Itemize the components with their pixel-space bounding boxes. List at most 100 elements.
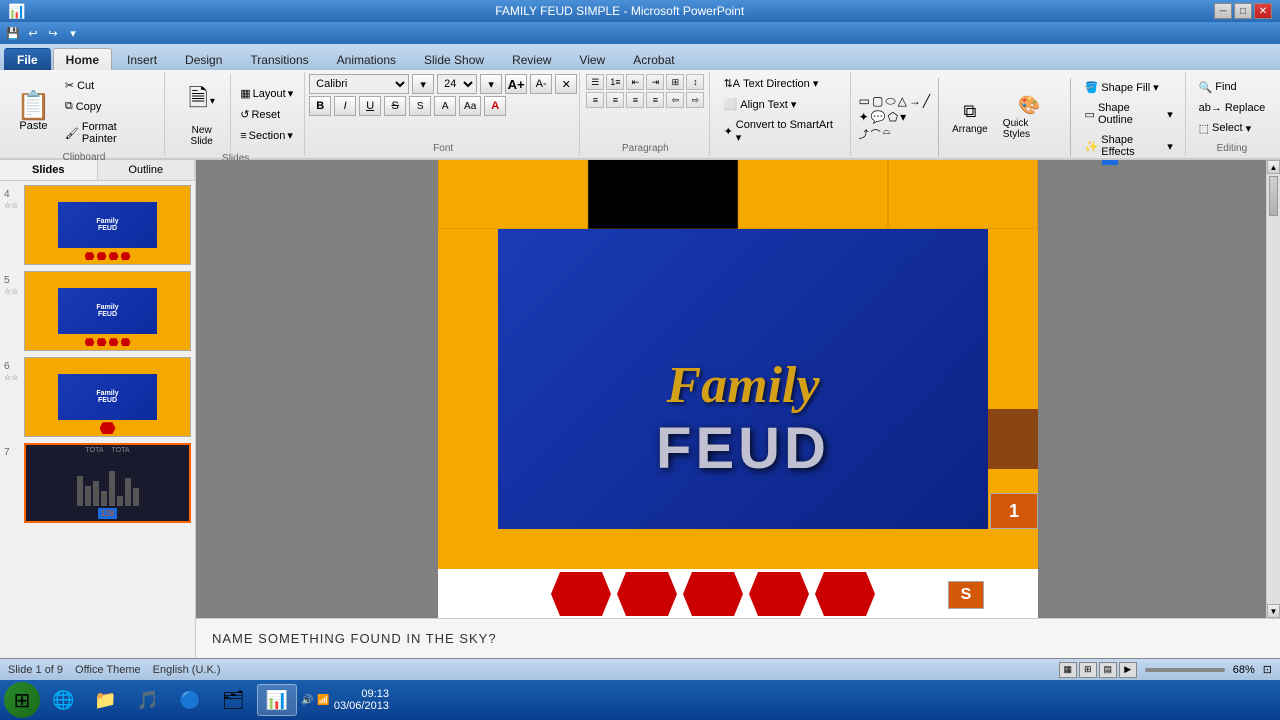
- find-button[interactable]: 🔍 Find: [1193, 78, 1272, 97]
- slideshow-button[interactable]: ▶: [1119, 662, 1137, 678]
- tab-insert[interactable]: Insert: [114, 48, 170, 70]
- tab-outline[interactable]: Outline: [98, 160, 196, 180]
- shadow-button[interactable]: S: [409, 96, 431, 116]
- bold-button[interactable]: B: [309, 96, 331, 116]
- curve-icon[interactable]: ⌒: [871, 126, 881, 141]
- tab-design[interactable]: Design: [172, 48, 235, 70]
- ltr-button[interactable]: ⇨: [686, 92, 704, 108]
- tab-slideshow[interactable]: Slide Show: [411, 48, 497, 70]
- slide-sorter-button[interactable]: ⊞: [1079, 662, 1097, 678]
- font-size-select[interactable]: 24: [437, 74, 477, 94]
- align-left-button[interactable]: ≡: [586, 92, 604, 108]
- zoom-slider[interactable]: [1145, 668, 1225, 672]
- select-button[interactable]: ⬚ Select ▾: [1193, 119, 1272, 138]
- shape-fill-button[interactable]: 🪣 Shape Fill ▾: [1079, 78, 1179, 97]
- reset-button[interactable]: ↺ Reset: [235, 105, 298, 124]
- slide-item-6[interactable]: 6☆☆ FamilyFEUD: [4, 357, 191, 437]
- shape-pentagon[interactable]: ⬠: [888, 110, 898, 124]
- shape-rounded[interactable]: ▢: [872, 94, 883, 109]
- taskbar-folder[interactable]: 📁: [86, 684, 124, 716]
- decrease-indent-button[interactable]: ⇤: [626, 74, 644, 90]
- connector-icon[interactable]: ⤴: [859, 126, 869, 141]
- copy-button[interactable]: ⧉ Copy: [59, 97, 156, 116]
- shape-ellipse[interactable]: ⬭: [885, 94, 895, 109]
- tab-transitions[interactable]: Transitions: [237, 48, 321, 70]
- font-name-dropdown[interactable]: ▾: [412, 74, 434, 94]
- slide-thumb-6[interactable]: FamilyFEUD: [24, 357, 191, 437]
- font-color-button[interactable]: A: [484, 96, 506, 116]
- paste-button[interactable]: 📋 Paste: [12, 88, 55, 136]
- taskbar-winexplorer[interactable]: 🗂: [214, 684, 253, 716]
- shape-triangle[interactable]: △: [898, 94, 907, 109]
- minimize-button[interactable]: ─: [1214, 3, 1232, 19]
- tab-slides[interactable]: Slides: [0, 160, 98, 180]
- close-button[interactable]: ✕: [1254, 3, 1272, 19]
- increase-font-button[interactable]: A+: [505, 74, 527, 94]
- arc-icon[interactable]: ⌓: [883, 126, 891, 141]
- vertical-scrollbar[interactable]: ▲ ▼: [1266, 160, 1280, 618]
- line-spacing-button[interactable]: ↕: [686, 74, 704, 90]
- decrease-font-button[interactable]: A-: [530, 74, 552, 94]
- normal-view-button[interactable]: ▦: [1059, 662, 1077, 678]
- customize-qat-button[interactable]: ▾: [64, 24, 82, 42]
- section-button[interactable]: ≡ Section ▾: [235, 126, 298, 145]
- columns-button[interactable]: ⊞: [666, 74, 684, 90]
- scroll-up-button[interactable]: ▲: [1267, 160, 1280, 174]
- tab-animations[interactable]: Animations: [324, 48, 409, 70]
- shape-arrow[interactable]: →: [909, 94, 921, 109]
- text-direction-button[interactable]: ⇅A Text Direction ▾: [718, 74, 825, 93]
- taskbar-media[interactable]: 🎵: [129, 684, 167, 716]
- tab-review[interactable]: Review: [499, 48, 564, 70]
- fit-slide-button[interactable]: ⊡: [1263, 663, 1272, 676]
- clear-format-button[interactable]: ✕: [555, 74, 577, 94]
- slide-item-5[interactable]: 5☆☆ FamilyFEUD: [4, 271, 191, 351]
- arrange-button[interactable]: ⧉ Arrange: [947, 97, 993, 139]
- undo-button[interactable]: ↩: [24, 24, 42, 42]
- convert-smartart-button[interactable]: ✦ Convert to SmartArt ▾: [718, 116, 844, 147]
- font-name-select[interactable]: Calibri: [309, 74, 409, 94]
- scroll-down-button[interactable]: ▼: [1267, 604, 1280, 618]
- bullet-list-button[interactable]: ☰: [586, 74, 604, 90]
- italic-button[interactable]: I: [334, 96, 356, 116]
- start-button[interactable]: ⊞: [4, 682, 40, 718]
- scroll-track[interactable]: [1267, 174, 1280, 604]
- slide-item-4[interactable]: 4☆☆ FamilyFEUD: [4, 185, 191, 265]
- notes-bar[interactable]: NAME SOMETHING FOUND IN THE SKY?: [196, 618, 1280, 658]
- maximize-button[interactable]: □: [1234, 3, 1252, 19]
- slide-thumb-4[interactable]: FamilyFEUD: [24, 185, 191, 265]
- align-center-button[interactable]: ≡: [606, 92, 624, 108]
- shape-rect[interactable]: ▭: [859, 94, 870, 109]
- spacing-button[interactable]: A: [434, 96, 456, 116]
- slide-thumb-5[interactable]: FamilyFEUD: [24, 271, 191, 351]
- numbered-list-button[interactable]: 1≡: [606, 74, 624, 90]
- slide-area[interactable]: 1 2 3 Family FEUD: [196, 160, 1280, 618]
- slide-thumb-7[interactable]: TOTATOTA 128: [24, 443, 191, 523]
- new-slide-button[interactable]: 🗎 ▾: [184, 78, 220, 125]
- cut-button[interactable]: ✂ Cut: [59, 76, 156, 95]
- slide-item-7[interactable]: 7 TOTATOTA: [4, 443, 191, 523]
- scroll-thumb[interactable]: [1269, 176, 1278, 216]
- shape-star[interactable]: ✦: [859, 110, 869, 124]
- underline-button[interactable]: U: [359, 96, 381, 116]
- shape-outline-button[interactable]: ▭ Shape Outline ▾: [1079, 99, 1179, 129]
- font-size-dropdown[interactable]: ▾: [480, 74, 502, 94]
- shape-more[interactable]: ▾: [900, 110, 906, 124]
- rtl-button[interactable]: ⇦: [666, 92, 684, 108]
- replace-button[interactable]: ab→ Replace: [1193, 99, 1272, 117]
- format-painter-button[interactable]: 🖌 Format Painter: [59, 118, 156, 148]
- shape-effects-button[interactable]: ✨ Shape Effects ▾: [1079, 131, 1179, 161]
- align-right-button[interactable]: ≡: [626, 92, 644, 108]
- justify-button[interactable]: ≡: [646, 92, 664, 108]
- align-text-button[interactable]: ⬜ Align Text ▾: [718, 95, 803, 114]
- tab-view[interactable]: View: [566, 48, 618, 70]
- family-feud-slide[interactable]: 1 2 3 Family FEUD: [438, 160, 1038, 618]
- quick-styles-button[interactable]: 🎨 Quick Styles: [997, 91, 1062, 144]
- save-button[interactable]: 💾: [4, 24, 22, 42]
- tab-file[interactable]: File: [4, 48, 51, 70]
- increase-indent-button[interactable]: ⇥: [646, 74, 664, 90]
- case-button[interactable]: Aa: [459, 96, 481, 116]
- shape-callout[interactable]: 💬: [871, 110, 886, 124]
- tab-home[interactable]: Home: [53, 48, 112, 70]
- tab-acrobat[interactable]: Acrobat: [620, 48, 687, 70]
- shape-line[interactable]: ╱: [923, 94, 930, 109]
